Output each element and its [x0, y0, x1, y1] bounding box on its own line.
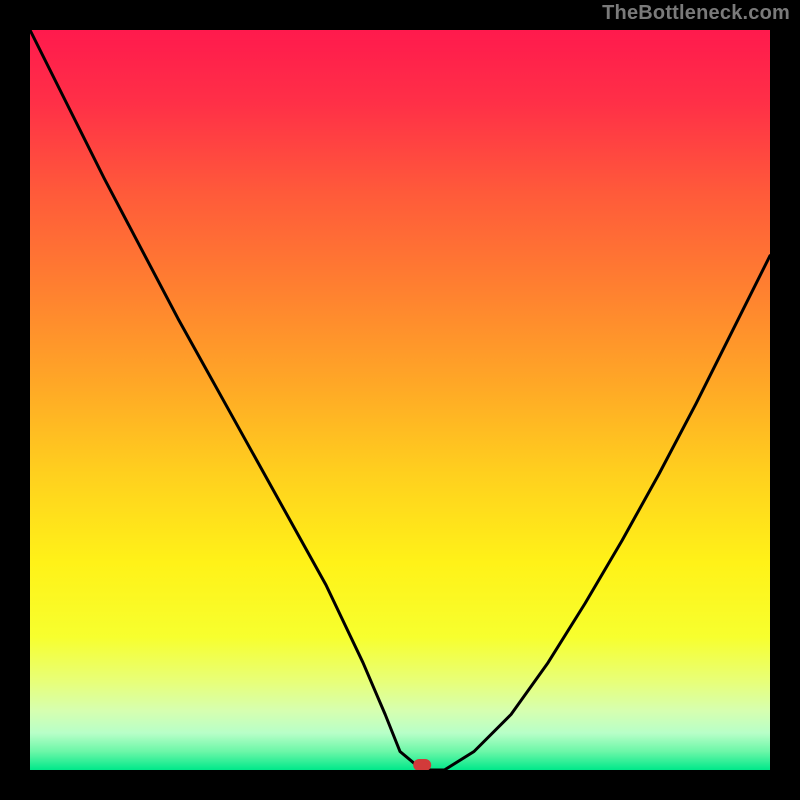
- watermark-text: TheBottleneck.com: [602, 2, 790, 25]
- chart-svg: [0, 0, 800, 800]
- frame-right: [770, 0, 800, 800]
- frame-left: [0, 0, 30, 800]
- chart-stage: TheBottleneck.com: [0, 0, 800, 800]
- plot-background: [30, 30, 770, 770]
- frame-bottom: [0, 770, 800, 800]
- optimum-marker: [413, 759, 431, 771]
